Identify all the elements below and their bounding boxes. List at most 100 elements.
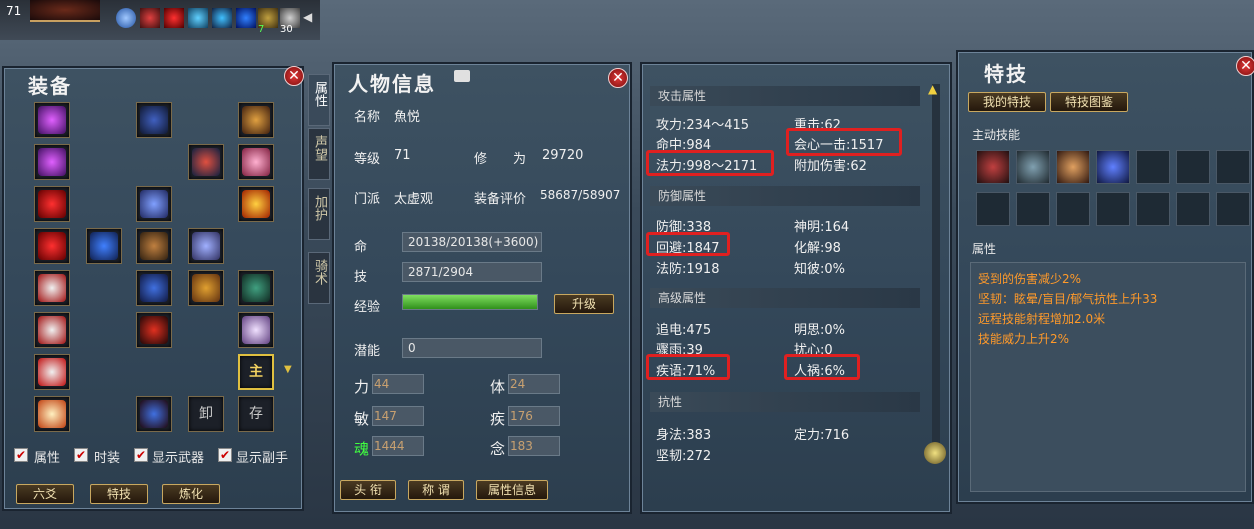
equip-slot[interactable] (34, 270, 70, 306)
highlight-box (646, 354, 730, 380)
equip-slot[interactable] (188, 228, 224, 264)
tab-skill-catalog[interactable]: 特技图鉴 (1050, 92, 1128, 112)
tab-reputation[interactable]: 声望 (308, 128, 330, 180)
section-header: 防御属性 (650, 186, 920, 206)
skill-slot[interactable] (1176, 192, 1210, 226)
equip-slot[interactable] (238, 312, 274, 348)
effect-line: 技能威力上升2% (978, 332, 1070, 346)
equip-slot[interactable] (238, 102, 274, 138)
skill-slot[interactable] (1096, 192, 1130, 226)
exp-label: 经验 (354, 300, 381, 315)
buff-icon[interactable] (212, 8, 232, 28)
upgrade-button[interactable]: 升级 (554, 294, 614, 314)
equip-slot[interactable] (136, 186, 172, 222)
refine-button[interactable]: 炼化 (162, 484, 220, 504)
title-button[interactable]: 头 衔 (340, 480, 396, 500)
section-header: 高级属性 (650, 288, 920, 308)
skill-slot[interactable] (1096, 150, 1130, 184)
active-skills-label: 主动技能 (972, 128, 1021, 142)
skill-slot[interactable] (1216, 192, 1250, 226)
effect-line: 受到的伤害减少2% (978, 272, 1082, 286)
character-info-panel: 人物信息 ✕ 名称 魚悦 等级 71 修 为 29720 门派 太虚观 装备评价… (332, 62, 632, 514)
equip-slot[interactable] (238, 144, 274, 180)
close-icon[interactable]: ✕ (608, 68, 628, 88)
equip-slot[interactable] (188, 144, 224, 180)
buff-icon[interactable] (164, 8, 184, 28)
checkbox-check-icon[interactable]: ✔ (74, 448, 88, 462)
equip-slot[interactable] (34, 102, 70, 138)
equip-slot[interactable] (188, 270, 224, 306)
skill-slot[interactable] (1016, 150, 1050, 184)
stat: 定力:716 (794, 428, 850, 443)
main-slot[interactable]: 主 (238, 354, 274, 390)
stat: 法防:1918 (656, 262, 720, 277)
attribute-label: 属性 (972, 242, 997, 256)
checkbox-label: 属性 (34, 451, 61, 466)
checkbox-check-icon[interactable]: ✔ (134, 448, 148, 462)
equip-slot[interactable] (238, 270, 274, 306)
scroll-up-icon[interactable]: ▲ (928, 82, 937, 96)
checkbox-label: 显示副手 (236, 451, 289, 466)
appellation-button[interactable]: 称 谓 (408, 480, 464, 500)
attr-label: 魂 (354, 440, 370, 458)
skills-button[interactable]: 特技 (90, 484, 148, 504)
close-icon[interactable]: ✕ (1236, 56, 1254, 76)
equip-slot[interactable] (238, 186, 274, 222)
equip-slot[interactable] (136, 270, 172, 306)
equip-slot[interactable] (86, 228, 122, 264)
attr-value: 24 (510, 377, 526, 391)
tab-riding[interactable]: 骑术 (308, 252, 330, 304)
stat: 知彼:0% (794, 262, 846, 277)
tab-protection[interactable]: 加护 (308, 188, 330, 240)
potential-value: 0 (408, 341, 416, 355)
stat: 神明:164 (794, 220, 850, 235)
close-icon[interactable]: ✕ (284, 66, 304, 86)
skill-slot[interactable] (1056, 150, 1090, 184)
mp-label: 技 (354, 270, 368, 285)
equip-slot[interactable] (136, 102, 172, 138)
equip-slot[interactable] (34, 354, 70, 390)
tab-my-skills[interactable]: 我的特技 (968, 92, 1046, 112)
scroll-track[interactable] (932, 84, 940, 454)
dropdown-arrow-icon[interactable]: ▼ (284, 364, 292, 375)
attr-value: 176 (510, 409, 533, 423)
equip-slot[interactable] (136, 396, 172, 432)
skill-slot[interactable] (1056, 192, 1090, 226)
equip-slot[interactable] (34, 186, 70, 222)
buff-icon[interactable] (236, 8, 256, 28)
buff-icon[interactable] (116, 8, 136, 28)
attr-label: 念 (490, 440, 506, 458)
buff-icon[interactable] (188, 8, 208, 28)
stat: 化解:98 (794, 241, 841, 256)
equip-slot[interactable] (34, 144, 70, 180)
attribute-info-button[interactable]: 属性信息 (476, 480, 548, 500)
stats-panel: ▲ 攻击属性 攻力:234～415 重击:62 命中:984 会心一击:1517… (640, 62, 952, 514)
unload-slot[interactable]: 卸 (188, 396, 224, 432)
store-slot[interactable]: 存 (238, 396, 274, 432)
skill-slot[interactable] (976, 150, 1010, 184)
stat: 攻力:234～415 (656, 118, 750, 133)
equip-slot[interactable] (34, 396, 70, 432)
buff-icon[interactable] (140, 8, 160, 28)
checkbox-check-icon[interactable]: ✔ (218, 448, 232, 462)
attr-value: 147 (374, 409, 397, 423)
checkbox-check-icon[interactable]: ✔ (14, 448, 28, 462)
stat: 坚韧:272 (656, 449, 712, 464)
exp-bar-fill (403, 295, 537, 309)
equip-slot[interactable] (136, 312, 172, 348)
highlight-box (784, 354, 860, 380)
skill-slot[interactable] (1176, 150, 1210, 184)
skill-slot[interactable] (1136, 192, 1170, 226)
chevron-left-icon[interactable]: ◀ (303, 10, 312, 24)
equip-slot[interactable] (136, 228, 172, 264)
skill-slot[interactable] (1216, 150, 1250, 184)
skill-slot[interactable] (1136, 150, 1170, 184)
liuyao-button[interactable]: 六爻 (16, 484, 74, 504)
equip-slot[interactable] (34, 312, 70, 348)
avatar[interactable] (30, 0, 100, 22)
tab-attributes[interactable]: 属性 (308, 74, 330, 126)
skill-slot[interactable] (1016, 192, 1050, 226)
skill-slot[interactable] (976, 192, 1010, 226)
equip-slot[interactable] (34, 228, 70, 264)
attr-label: 敏 (354, 410, 370, 428)
